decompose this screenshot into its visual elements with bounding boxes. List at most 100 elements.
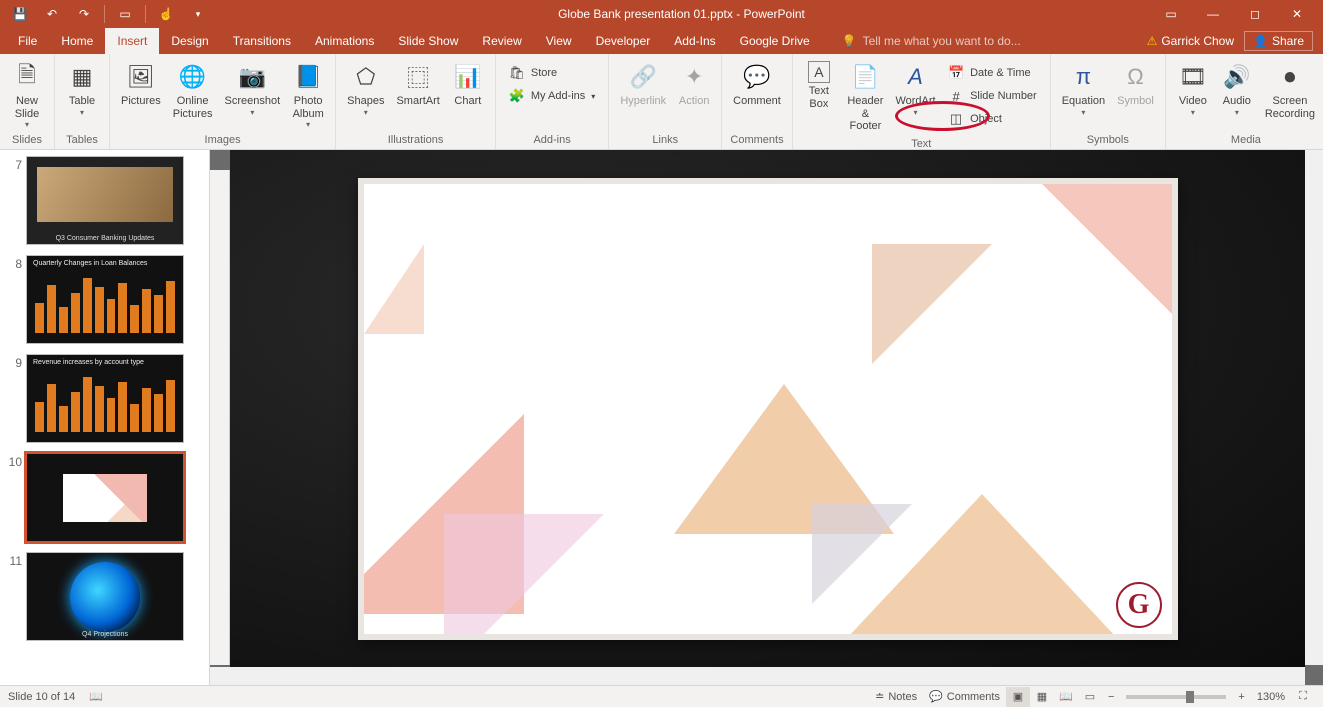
signed-in-user[interactable]: ⚠ Garrick Chow <box>1147 34 1234 48</box>
screenshot-icon: 📷 <box>236 61 268 93</box>
separator <box>104 5 105 23</box>
thumb-number: 11 <box>4 552 22 568</box>
slide-canvas-area: G <box>210 150 1323 685</box>
undo-button[interactable]: ↶ <box>38 2 66 26</box>
qat-customize-button[interactable]: ▾ <box>184 2 212 26</box>
slide-thumbnails-panel[interactable]: 7Q3 Consumer Banking Updates8Quarterly C… <box>0 150 210 685</box>
slideshow-view-button[interactable]: ▭ <box>1078 687 1102 707</box>
tab-view[interactable]: View <box>534 28 584 54</box>
tell-me-placeholder: Tell me what you want to do... <box>863 34 1021 48</box>
equation-button[interactable]: π Equation ▾ <box>1057 58 1110 120</box>
date-time-button[interactable]: 📅 Date & Time <box>941 62 1044 84</box>
slideshow-from-start-button[interactable]: ▭ <box>111 2 139 26</box>
zoom-in-button[interactable]: + <box>1232 686 1250 708</box>
pictures-icon: 🖼 <box>125 61 157 93</box>
group-label-links: Links <box>615 132 715 149</box>
slide-thumbnail-7[interactable]: Q3 Consumer Banking Updates <box>26 156 184 245</box>
reading-view-button[interactable]: 📖 <box>1054 687 1078 707</box>
maximize-button[interactable]: ◻ <box>1235 2 1275 26</box>
slide-number-label: Slide Number <box>970 90 1037 102</box>
hyperlink-button: 🔗 Hyperlink <box>615 58 671 111</box>
notes-toggle[interactable]: ≐ Notes <box>869 686 923 708</box>
vertical-scrollbar[interactable] <box>1305 150 1323 665</box>
screenshot-button[interactable]: 📷 Screenshot ▾ <box>220 58 286 120</box>
normal-view-button[interactable]: ▣ <box>1006 687 1030 707</box>
slide-thumbnail-10[interactable] <box>26 453 184 542</box>
audio-button[interactable]: 🔊 Audio ▾ <box>1216 58 1258 120</box>
tab-design[interactable]: Design <box>159 28 220 54</box>
my-addins-button[interactable]: 🧩 My Add-ins ▾ <box>502 85 602 107</box>
slide-thumbnail-8[interactable]: Quarterly Changes in Loan Balances <box>26 255 184 344</box>
audio-label: Audio <box>1223 95 1251 108</box>
tab-home[interactable]: Home <box>49 28 105 54</box>
slide-sorter-view-button[interactable]: ▦ <box>1030 687 1054 707</box>
smartart-button[interactable]: ⿴ SmartArt <box>391 58 444 111</box>
spellcheck-icon[interactable]: 📖 <box>89 690 103 703</box>
photo-album-button[interactable]: 📘 Photo Album ▾ <box>287 58 329 132</box>
minimize-button[interactable]: — <box>1193 2 1233 26</box>
thumb-number: 8 <box>4 255 22 271</box>
wordart-icon: A <box>900 61 932 93</box>
close-button[interactable]: ✕ <box>1277 2 1317 26</box>
thumb-caption: Q4 Projections <box>27 631 183 638</box>
chart-button[interactable]: 📊 Chart <box>447 58 489 111</box>
fit-to-window-button[interactable]: ⛶ <box>1291 687 1315 707</box>
horizontal-scrollbar[interactable] <box>210 667 1305 685</box>
tab-insert[interactable]: Insert <box>105 28 159 54</box>
tab-review[interactable]: Review <box>470 28 533 54</box>
tab-add-ins[interactable]: Add-Ins <box>662 28 727 54</box>
online-pictures-label: Online Pictures <box>173 95 213 120</box>
comment-button[interactable]: 💬 Comment <box>728 58 786 111</box>
decorative-triangle <box>444 514 604 640</box>
decorative-triangle <box>872 244 992 364</box>
save-button[interactable]: 💾 <box>6 2 34 26</box>
online-pictures-button[interactable]: 🌐 Online Pictures <box>168 58 218 123</box>
group-label-slides: Slides <box>6 132 48 149</box>
slide-position-label: Slide 10 of 14 <box>8 691 75 703</box>
touch-mouse-mode-button[interactable]: ☝ <box>152 2 180 26</box>
chart-label: Chart <box>454 95 481 108</box>
shapes-button[interactable]: ⬠ Shapes ▾ <box>342 58 389 120</box>
wordart-button[interactable]: A WordArt ▾ <box>892 58 939 120</box>
screen-recording-button[interactable]: ⏺ Screen Recording <box>1260 58 1320 123</box>
photo-album-icon: 📘 <box>292 61 324 93</box>
share-label: Share <box>1272 34 1304 48</box>
thumb-number: 7 <box>4 156 22 172</box>
action-button: ✦ Action <box>673 58 715 111</box>
tab-file[interactable]: File <box>6 28 49 54</box>
tab-animations[interactable]: Animations <box>303 28 386 54</box>
store-button[interactable]: 🛍 Store <box>502 62 602 84</box>
tell-me-search[interactable]: 💡 Tell me what you want to do... <box>822 28 1147 54</box>
object-button[interactable]: ◫ Object <box>941 108 1044 130</box>
ribbon-display-options-button[interactable]: ▭ <box>1151 2 1191 26</box>
screenshot-label: Screenshot <box>225 95 281 108</box>
decorative-triangle <box>812 504 912 604</box>
new-slide-button[interactable]: 🗎 New Slide ▾ <box>6 58 48 132</box>
current-slide[interactable]: G <box>358 178 1178 640</box>
share-icon: 👤 <box>1253 34 1268 48</box>
zoom-level-label[interactable]: 130% <box>1251 691 1291 703</box>
video-label: Video <box>1179 95 1207 108</box>
tab-google-drive[interactable]: Google Drive <box>728 28 822 54</box>
pictures-button[interactable]: 🖼 Pictures <box>116 58 166 111</box>
tab-slide-show[interactable]: Slide Show <box>386 28 470 54</box>
redo-button[interactable]: ↷ <box>70 2 98 26</box>
table-button[interactable]: ▦ Table ▾ <box>61 58 103 120</box>
slide-thumbnail-9[interactable]: Revenue increases by account type <box>26 354 184 443</box>
tab-developer[interactable]: Developer <box>584 28 663 54</box>
comments-toggle[interactable]: 💬 Comments <box>923 686 1006 708</box>
share-button[interactable]: 👤 Share <box>1244 31 1313 51</box>
tab-transitions[interactable]: Transitions <box>221 28 303 54</box>
zoom-out-button[interactable]: − <box>1102 686 1120 708</box>
header-footer-button[interactable]: 📄 Header & Footer <box>841 58 890 136</box>
video-button[interactable]: 🎞 Video ▾ <box>1172 58 1214 120</box>
slide-thumbnail-11[interactable]: Q4 Projections <box>26 552 184 641</box>
header-footer-icon: 📄 <box>849 61 881 93</box>
zoom-slider-thumb[interactable] <box>1186 691 1194 703</box>
group-label-media: Media <box>1172 132 1320 149</box>
zoom-slider[interactable] <box>1126 695 1226 699</box>
text-box-button[interactable]: A Text Box <box>799 58 839 113</box>
store-icon: 🛍 <box>509 65 525 81</box>
header-footer-label: Header & Footer <box>846 95 885 133</box>
slide-number-button[interactable]: # Slide Number <box>941 85 1044 107</box>
